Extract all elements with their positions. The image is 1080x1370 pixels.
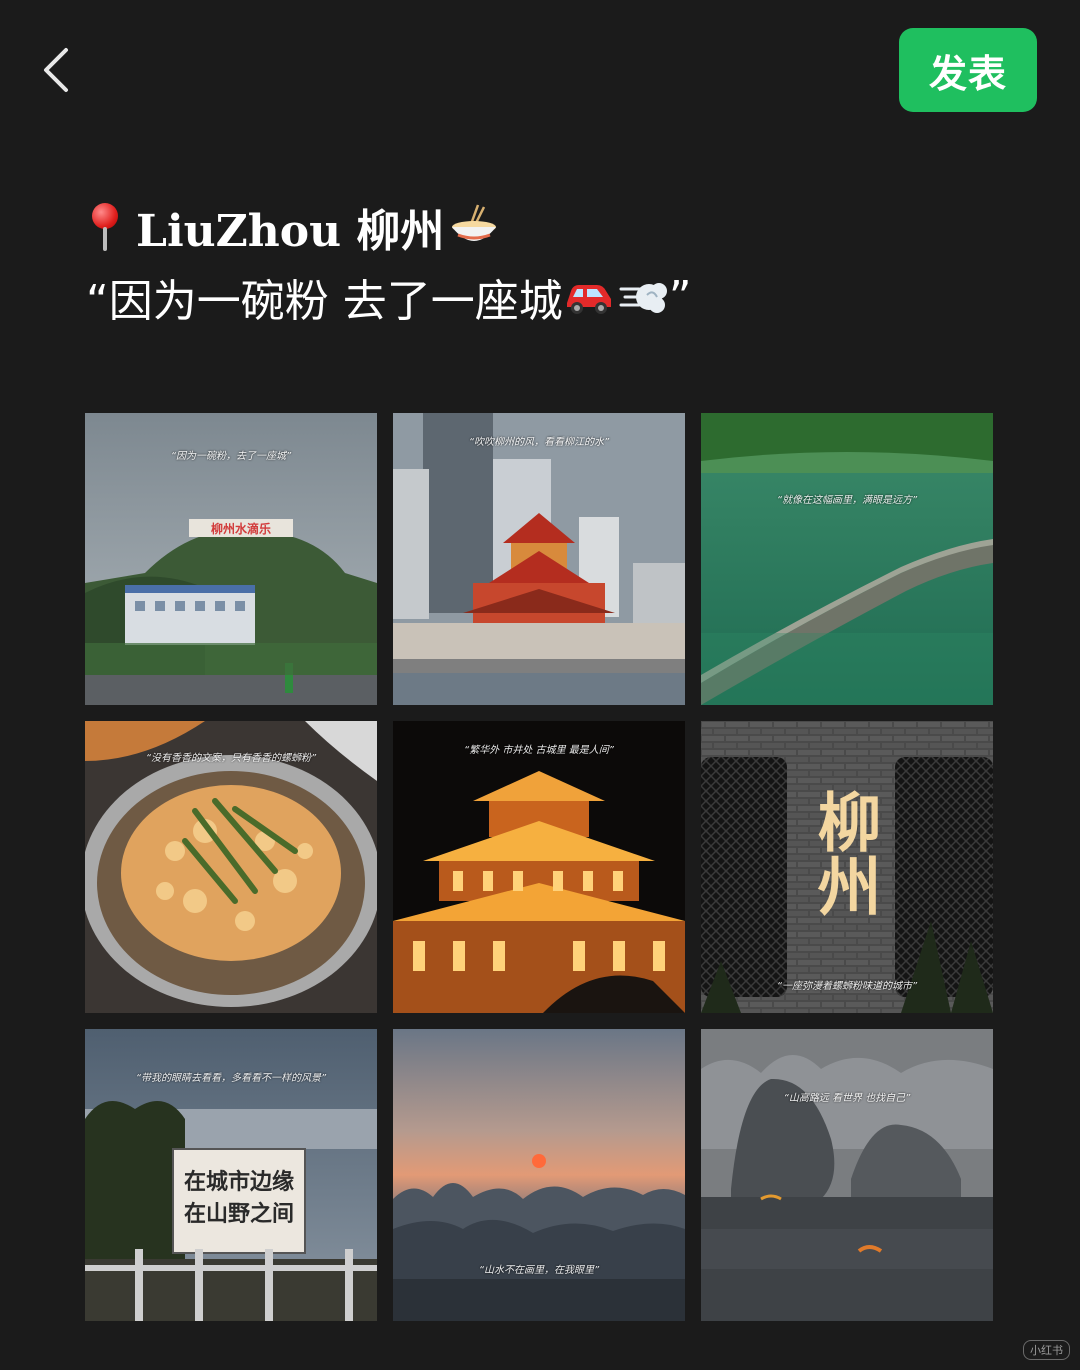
snail-noodle-photo: [85, 721, 377, 1013]
image-caption: “一座弥漫着螺蛳粉味道的城市”: [776, 981, 918, 992]
sign-line-1: 在城市边缘: [184, 1169, 294, 1194]
location-pin-icon: [86, 199, 126, 255]
post-title-line: LiuZhou 柳州: [86, 196, 986, 258]
publish-button[interactable]: 发表: [899, 28, 1037, 112]
post-title: LiuZhou 柳州: [136, 206, 445, 257]
watermark: 小红书: [1023, 1340, 1070, 1360]
image-tile-7[interactable]: 在城市边缘 在山野之间 “带我的眼睛去看看，多看看不一样的风景”: [85, 1029, 377, 1321]
liuzhou-wall-photo: 柳州: [701, 721, 993, 1013]
image-tile-3[interactable]: “就像在这幅画里，满眼是远方”: [701, 413, 993, 705]
sign-line-2: 在山野之间: [184, 1201, 294, 1226]
image-tile-2[interactable]: “吹吹柳州的风，看看柳江的水”: [393, 413, 685, 705]
image-caption: “吹吹柳州的风，看看柳江的水”: [468, 437, 610, 448]
noodle-bowl-icon: [452, 204, 497, 241]
image-grid: 柳州水滴乐 “因为一碗粉，去了一座城” “吹吹柳州的风，看看柳江的水” “就像在…: [85, 413, 993, 1321]
night-pagoda-photo: [393, 721, 685, 1013]
image-caption: “山高路远 看世界 也找自己”: [783, 1093, 911, 1104]
post-subtitle-end: ”: [668, 271, 692, 323]
image-tile-5[interactable]: “繁华外 市井处 古城里 最是人间”: [393, 721, 685, 1013]
image-caption: “就像在这幅画里，满眼是远方”: [776, 495, 918, 506]
image-tile-8[interactable]: “山水不在画里，在我眼里”: [393, 1029, 685, 1321]
image-tile-6[interactable]: 柳州 “一座弥漫着螺蛳粉味道的城市”: [701, 721, 993, 1013]
dash-cloud-icon: [619, 283, 667, 313]
hill-sign: 柳州水滴乐: [211, 521, 271, 536]
image-caption: “因为一碗粉，去了一座城”: [170, 451, 292, 462]
red-car-icon: [566, 285, 611, 314]
lake-path-photo: [701, 413, 993, 705]
post-subtitle-line: “因为一碗粉 去了一座城 ”: [86, 264, 986, 330]
image-caption: “繁华外 市井处 古城里 最是人间”: [464, 745, 614, 756]
image-caption: “山水不在画里，在我眼里”: [478, 1265, 600, 1276]
image-caption: “没有香香的文案，只有香香的螺蛳粉”: [145, 753, 317, 764]
sunset-karst-photo: [393, 1029, 685, 1321]
post-subtitle: “因为一碗粉 去了一座城: [86, 276, 563, 327]
image-tile-9[interactable]: “山高路远 看世界 也找自己”: [701, 1029, 993, 1321]
foggy-karst-photo: [701, 1029, 993, 1321]
image-tile-1[interactable]: 柳州水滴乐 “因为一碗粉，去了一座城”: [85, 413, 377, 705]
image-caption: “带我的眼睛去看看，多看看不一样的风景”: [135, 1073, 327, 1084]
city-pagoda-photo: [393, 413, 685, 705]
chevron-left-icon: [44, 48, 68, 92]
image-tile-4[interactable]: “没有香香的文案，只有香香的螺蛳粉”: [85, 721, 377, 1013]
post-text: LiuZhou 柳州 “因为一碗粉 去了一座城 ”: [86, 196, 986, 330]
wall-sign: 柳州: [809, 789, 882, 917]
back-button[interactable]: [30, 40, 80, 100]
